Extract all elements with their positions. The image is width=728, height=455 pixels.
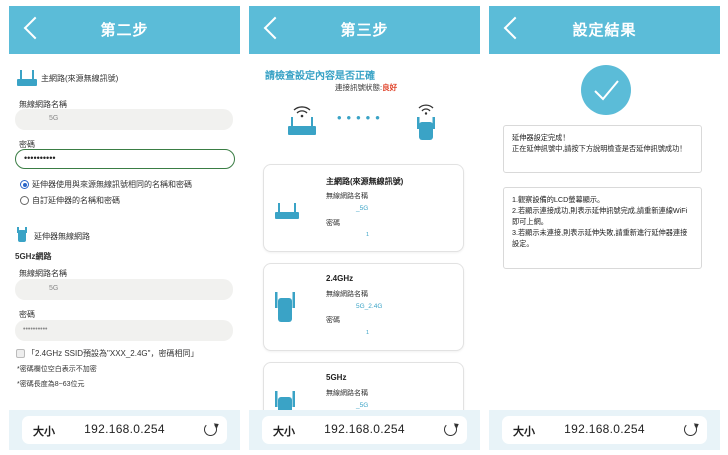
checkbox-label: 「2.4GHz SSID預設為"XXX_2.4G"，密碼相同」 <box>27 349 199 358</box>
band-24g-card: 2.4GHz 無線網路名稱 5G_2.4G 密碼 1 <box>263 263 464 351</box>
router-wifi-icon <box>288 106 316 135</box>
card-ssid-value: _5G <box>356 402 369 409</box>
ext-password-input[interactable]: •••••••••• <box>15 320 233 341</box>
page-title: 第二步 <box>100 22 149 39</box>
extender-icon <box>275 292 295 322</box>
password-input[interactable]: •••••••••• <box>15 149 235 169</box>
router-icon <box>17 70 37 86</box>
ext-ssid-input[interactable]: 5G <box>15 279 233 300</box>
card-ssid-label: 無線網路名稱 <box>326 390 368 397</box>
extender-label: 延伸器無線網路 <box>34 232 90 241</box>
browser-address-bar: 大小 192.168.0.254 <box>9 410 240 450</box>
radio-custom-credentials[interactable] <box>20 196 29 205</box>
success-check-icon <box>581 65 631 115</box>
ssid-default-checkbox[interactable] <box>16 349 25 358</box>
ext-password-label: 密碼 <box>19 310 35 319</box>
card-title: 2.4GHz <box>326 274 354 283</box>
card-title: 5GHz <box>326 373 347 382</box>
check-heading: 請檢查設定內容是否正確 <box>265 71 375 82</box>
card-pw-value: 1 <box>366 232 370 238</box>
step3-panel: 第三步 請檢查設定內容是否正確 連接訊號狀態:良好 ••••• 主網路(來源無線… <box>249 6 480 450</box>
extender-icon <box>17 227 27 242</box>
step2-panel: 第二步 主網路(來源無線訊號) 無線網路名稱 5G 密碼 •••••••••• … <box>9 6 240 450</box>
radio-same-label: 延伸器使用與來源無線訊號相同的名稱和密碼 <box>32 180 192 189</box>
status-line: 連接訊號狀態:良好 <box>335 83 398 92</box>
main-network-card: 主網路(來源無線訊號) 無線網路名稱 _5G 密碼 1 <box>263 164 464 252</box>
header: 第三步 <box>249 6 480 54</box>
header: 設定結果 <box>489 6 720 54</box>
radio-custom-label: 自訂延伸器的名稱和密碼 <box>32 196 120 205</box>
url-text: 192.168.0.254 <box>564 422 645 436</box>
result-panel: 設定結果 延伸器設定完成！ 正在延伸訊號中,請按下方說明檢查是否延伸訊號成功！ … <box>489 6 720 450</box>
url-field[interactable]: 大小 192.168.0.254 <box>502 416 707 444</box>
ext-ssid-label: 無線網路名稱 <box>19 269 67 278</box>
url-field[interactable]: 大小 192.168.0.254 <box>262 416 467 444</box>
url-field[interactable]: 大小 192.168.0.254 <box>22 416 227 444</box>
radio-same-credentials[interactable] <box>20 180 29 189</box>
card-ssid-label: 無線網路名稱 <box>326 193 368 200</box>
card-ssid-label: 無線網路名稱 <box>326 291 368 298</box>
card-ssid-value: _5G <box>356 205 369 212</box>
note-empty-password: *密碼欄位空白表示不加密 <box>17 366 97 373</box>
card-ssid-value: 5G_2.4G <box>356 303 383 310</box>
card-pw-label: 密碼 <box>326 220 340 227</box>
browser-address-bar: 大小 192.168.0.254 <box>489 410 720 450</box>
header: 第二步 <box>9 6 240 54</box>
ssid-input[interactable]: 5G <box>15 109 233 130</box>
band-5g-label: 5GHz網路 <box>15 252 52 261</box>
reload-icon[interactable] <box>444 423 457 436</box>
completion-message: 延伸器設定完成！ 正在延伸訊號中,請按下方說明檢查是否延伸訊號成功！ <box>503 125 702 173</box>
connection-dots: ••••• <box>337 110 385 125</box>
page-title: 設定結果 <box>572 22 637 39</box>
instructions-message: 1.觀察設備的LCD螢幕顯示。 2.若顯示連接成功,則表示延伸訊號完成,請重新連… <box>503 187 702 269</box>
note-password-length: *密碼長度為8~63位元 <box>17 381 85 388</box>
reload-icon[interactable] <box>684 423 697 436</box>
card-pw-label: 密碼 <box>326 317 340 324</box>
router-icon <box>275 203 299 219</box>
page-title: 第三步 <box>340 22 389 39</box>
card-pw-value: 1 <box>366 330 370 336</box>
card-title: 主網路(來源無線訊號) <box>326 177 404 186</box>
url-text: 192.168.0.254 <box>84 422 165 436</box>
reload-icon[interactable] <box>204 423 217 436</box>
extender-wifi-icon <box>417 104 435 140</box>
url-text: 192.168.0.254 <box>324 422 405 436</box>
browser-address-bar: 大小 192.168.0.254 <box>249 410 480 450</box>
main-router-label: 主網路(來源無線訊號) <box>41 74 119 83</box>
